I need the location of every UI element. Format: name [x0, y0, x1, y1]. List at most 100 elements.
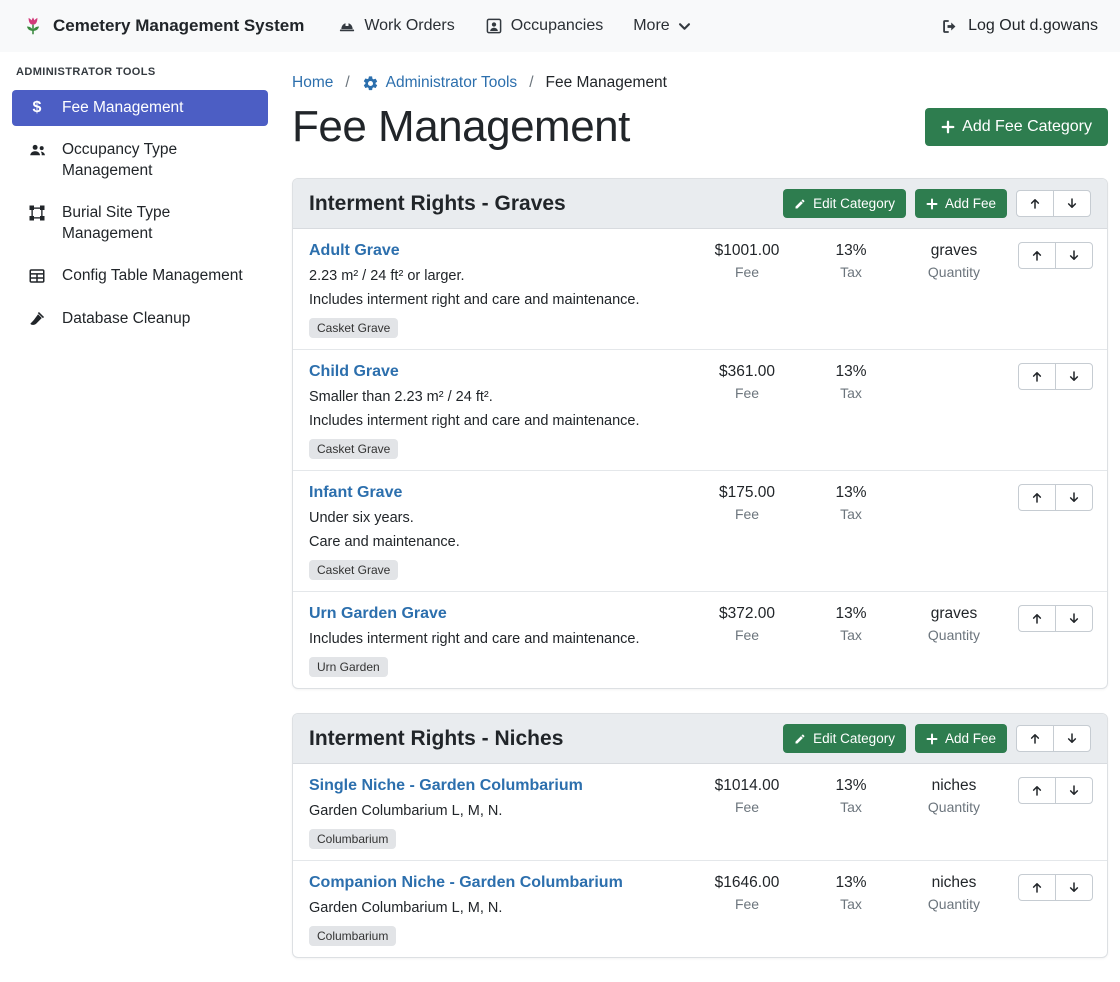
- pencil-icon: [794, 198, 806, 210]
- fee-category-header: Interment Rights - Graves Edit Category …: [293, 179, 1107, 229]
- edit-category-button[interactable]: Edit Category: [783, 189, 906, 218]
- fee-quantity-label: Quantity: [901, 896, 1007, 912]
- sidebar-item-fee-management[interactable]: $ Fee Management: [12, 90, 268, 126]
- fee-quantity-column: niches Quantity: [901, 777, 1007, 815]
- fee-tax-column: 13% Tax: [801, 777, 901, 815]
- move-category-up-button[interactable]: [1016, 725, 1054, 752]
- page-header: Fee Management Add Fee Category: [292, 102, 1108, 152]
- add-fee-button[interactable]: Add Fee: [915, 724, 1007, 753]
- fee-row: Adult Grave 2.23 m² / 24 ft² or larger.I…: [293, 229, 1107, 350]
- logout-link[interactable]: Log Out d.gowans: [940, 17, 1098, 36]
- breadcrumb-admin-tools-label: Administrator Tools: [386, 74, 518, 92]
- fee-row: Infant Grave Under six years. Care and ma…: [293, 471, 1107, 592]
- fee-quantity-column: [901, 363, 1007, 367]
- app-title: Cemetery Management System: [53, 16, 304, 36]
- breadcrumb-current: Fee Management: [546, 74, 668, 92]
- move-category-down-button[interactable]: [1053, 725, 1091, 752]
- app-brand[interactable]: Cemetery Management System: [22, 15, 304, 37]
- nav-occupancies-label: Occupancies: [511, 17, 604, 35]
- sidebar-item-config-table-management[interactable]: Config Table Management: [12, 258, 268, 294]
- fee-tax-label: Tax: [801, 264, 901, 280]
- move-fee-down-button[interactable]: [1055, 363, 1093, 390]
- fee-name-link[interactable]: Urn Garden Grave: [309, 605, 447, 623]
- fee-tax: 13%: [801, 363, 901, 381]
- sidebar-item-database-cleanup[interactable]: Database Cleanup: [12, 301, 268, 337]
- move-fee-up-button[interactable]: [1018, 874, 1056, 901]
- arrow-up-icon: [1029, 732, 1041, 745]
- breadcrumb-admin-tools-link[interactable]: Administrator Tools: [362, 74, 518, 92]
- breadcrumb-home-link[interactable]: Home: [292, 74, 333, 92]
- fee-name-link[interactable]: Infant Grave: [309, 484, 402, 502]
- move-fee-down-button[interactable]: [1055, 242, 1093, 269]
- nav-work-orders[interactable]: Work Orders: [338, 17, 454, 35]
- fee-tax-label: Tax: [801, 627, 901, 643]
- move-fee-up-button[interactable]: [1018, 242, 1056, 269]
- fee-quantity: niches: [901, 874, 1007, 892]
- gear-icon: [362, 75, 379, 92]
- sidebar-item-label: Burial Site Type Management: [62, 203, 258, 244]
- page-title: Fee Management: [292, 102, 630, 152]
- arrow-down-icon: [1066, 732, 1078, 745]
- move-fee-up-button[interactable]: [1018, 777, 1056, 804]
- category-actions: Edit Category Add Fee: [783, 724, 1091, 753]
- add-fee-label: Add Fee: [945, 196, 996, 211]
- fee-reorder-group: [1007, 363, 1093, 390]
- fee-tax-column: 13% Tax: [801, 242, 901, 280]
- arrow-up-icon: [1029, 197, 1041, 210]
- arrow-down-icon: [1066, 197, 1078, 210]
- broom-icon: [26, 310, 48, 328]
- fee-amount-label: Fee: [693, 385, 801, 401]
- arrow-up-icon: [1031, 370, 1043, 383]
- move-fee-up-button[interactable]: [1018, 484, 1056, 511]
- move-fee-down-button[interactable]: [1055, 605, 1093, 632]
- fee-name-link[interactable]: Companion Niche - Garden Columbarium: [309, 874, 623, 892]
- fee-quantity: graves: [901, 605, 1007, 623]
- users-icon: [26, 141, 48, 160]
- person-booth-icon: [485, 17, 503, 35]
- fee-descriptions: Garden Columbarium L, M, N.: [309, 803, 683, 819]
- fee-name-link[interactable]: Single Niche - Garden Columbarium: [309, 777, 583, 795]
- fee-tax-label: Tax: [801, 799, 901, 815]
- fee-name-link[interactable]: Adult Grave: [309, 242, 400, 260]
- move-fee-up-button[interactable]: [1018, 363, 1056, 390]
- fee-name-link[interactable]: Child Grave: [309, 363, 399, 381]
- move-category-down-button[interactable]: [1053, 190, 1091, 217]
- fee-quantity-column: graves Quantity: [901, 242, 1007, 280]
- move-category-up-button[interactable]: [1016, 190, 1054, 217]
- fee-amount: $1646.00: [693, 874, 801, 892]
- sidebar-item-occupancy-type-management[interactable]: Occupancy Type Management: [12, 132, 268, 189]
- fee-amount: $175.00: [693, 484, 801, 502]
- move-fee-down-button[interactable]: [1055, 874, 1093, 901]
- move-fee-down-button[interactable]: [1055, 777, 1093, 804]
- nav-more-label: More: [633, 17, 669, 35]
- top-navbar: Cemetery Management System Work Orders O…: [0, 0, 1120, 52]
- fee-description: Care and maintenance.: [309, 534, 683, 550]
- fee-descriptions: 2.23 m² / 24 ft² or larger.Includes inte…: [309, 268, 683, 308]
- move-fee-down-button[interactable]: [1055, 484, 1093, 511]
- fee-info: Adult Grave 2.23 m² / 24 ft² or larger.I…: [309, 242, 693, 338]
- fee-amount: $1014.00: [693, 777, 801, 795]
- add-fee-button[interactable]: Add Fee: [915, 189, 1007, 218]
- fee-quantity: graves: [901, 242, 1007, 260]
- arrow-down-icon: [1068, 881, 1080, 894]
- fee-type-badge: Casket Grave: [309, 560, 398, 580]
- admin-sidebar: ADMINISTRATOR TOOLS $ Fee Management Occ…: [0, 52, 280, 982]
- fee-reorder-group: [1007, 242, 1093, 269]
- fee-description: Includes interment right and care and ma…: [309, 631, 683, 647]
- arrow-down-icon: [1068, 249, 1080, 262]
- arrow-up-icon: [1031, 784, 1043, 797]
- fee-quantity-column: graves Quantity: [901, 605, 1007, 643]
- move-fee-up-button[interactable]: [1018, 605, 1056, 632]
- fee-descriptions: Garden Columbarium L, M, N.: [309, 900, 683, 916]
- nav-more[interactable]: More: [633, 17, 690, 35]
- fee-tax-column: 13% Tax: [801, 484, 901, 522]
- sidebar-heading: ADMINISTRATOR TOOLS: [16, 66, 268, 78]
- fee-tax-column: 13% Tax: [801, 605, 901, 643]
- nav-occupancies[interactable]: Occupancies: [485, 17, 604, 35]
- fee-info: Infant Grave Under six years. Care and ma…: [309, 484, 693, 580]
- add-fee-category-button[interactable]: Add Fee Category: [925, 108, 1108, 146]
- edit-category-label: Edit Category: [813, 731, 895, 746]
- fee-description: Under six years.: [309, 510, 683, 526]
- sidebar-item-burial-site-type-management[interactable]: Burial Site Type Management: [12, 195, 268, 252]
- edit-category-button[interactable]: Edit Category: [783, 724, 906, 753]
